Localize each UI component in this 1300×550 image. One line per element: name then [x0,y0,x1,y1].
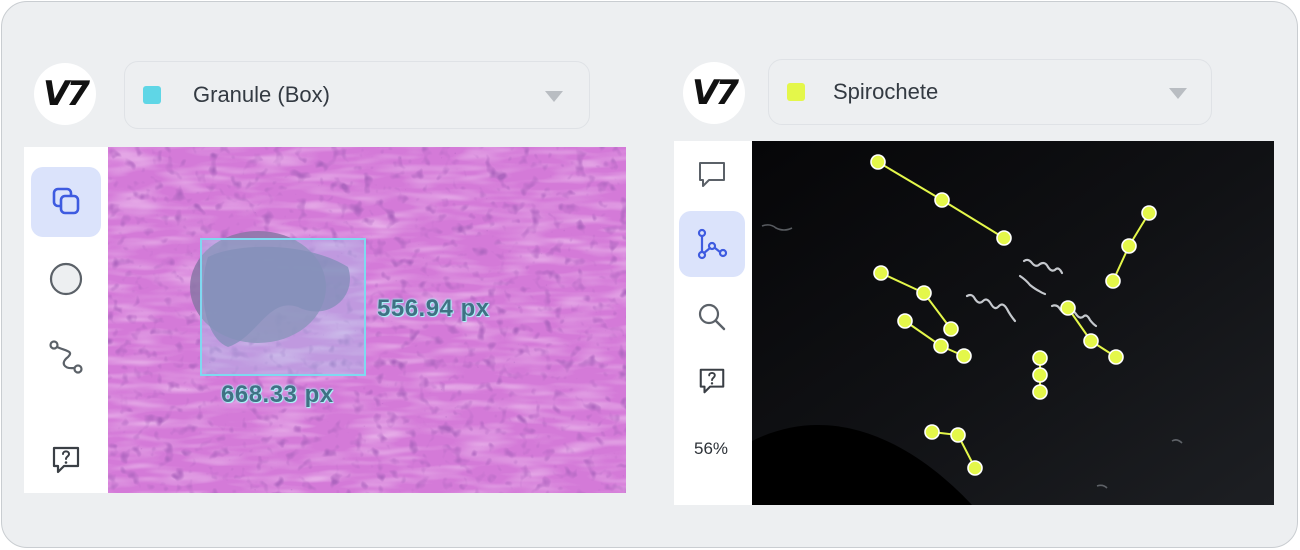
chevron-down-icon[interactable] [1169,88,1187,99]
comment-tool-button[interactable] [679,146,745,202]
class-selector[interactable]: Spirochete [768,59,1212,125]
box-width-label: 668.33 px [221,381,334,408]
logo-text: V7 [692,73,739,113]
help-button[interactable] [31,427,101,493]
v7-logo: V7 [34,63,96,125]
v7-logo: V7 [683,62,745,124]
darkfield-image[interactable] [752,141,1274,505]
box-height-label: 556.94 px [377,295,490,322]
ellipse-tool-button[interactable] [31,244,101,314]
help-comment-icon [699,368,725,394]
skeleton-icon [697,228,728,260]
class-selector[interactable]: Granule (Box) [124,61,590,129]
comment-icon [699,162,725,187]
skeleton-tool-button[interactable] [679,211,745,277]
help-comment-icon [52,446,80,474]
class-label: Spirochete [833,79,939,104]
right-toolbar: 56% [674,141,752,505]
copy-layers-icon [52,187,80,215]
help-button[interactable] [679,353,745,409]
class-label: Granule (Box) [193,82,330,107]
zoom-tool-button[interactable] [679,289,745,345]
zoom-icon [698,303,726,331]
left-toolbar [24,147,108,493]
ellipse-icon [49,262,83,296]
chevron-down-icon[interactable] [545,91,563,102]
path-tool-button[interactable] [31,322,101,392]
zoom-percentage: 56% [694,439,729,458]
class-color-swatch [143,86,161,104]
skeleton-annotations[interactable] [752,141,1274,505]
class-color-swatch [787,83,805,101]
path-icon [49,340,83,374]
bounding-box[interactable] [200,238,366,376]
tissue-image [108,147,626,493]
copy-tool-button[interactable] [31,167,101,237]
histology-image[interactable] [108,147,626,493]
logo-text: V7 [43,74,90,114]
